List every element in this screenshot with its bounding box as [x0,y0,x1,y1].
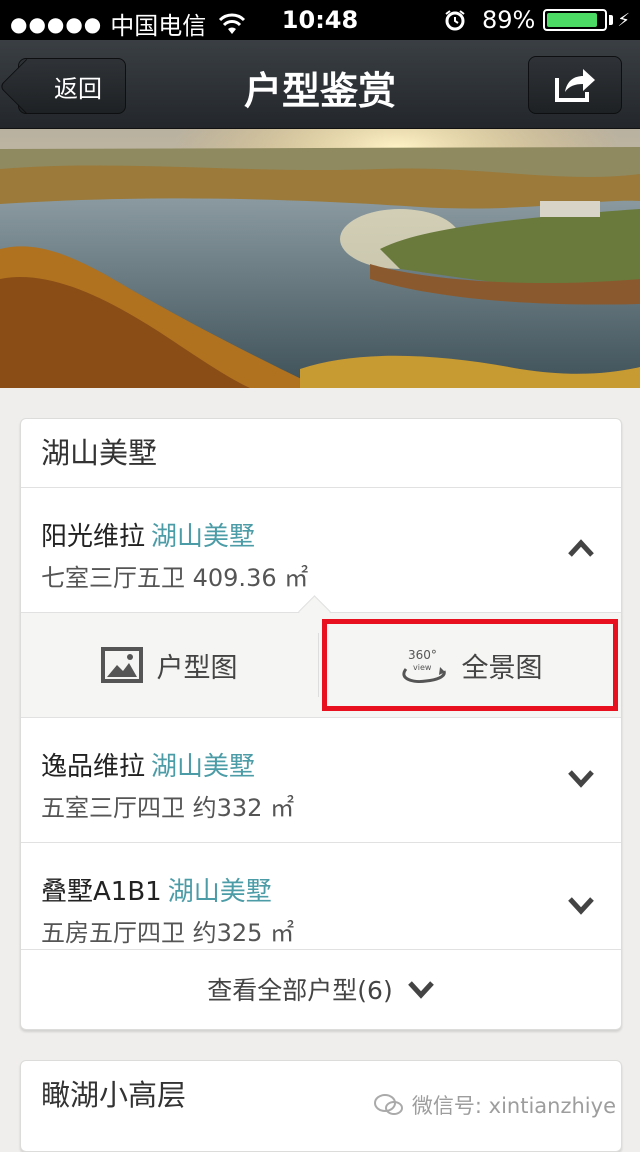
floorplan-button[interactable]: 户型图 [21,613,317,717]
watermark-text: 微信号: xintianzhiye [411,1094,616,1118]
alarm-icon [445,10,465,31]
battery-icon [543,9,608,31]
wechat-icon [373,1094,403,1115]
battery-level [547,13,597,27]
unit-tag: 湖山美墅 [151,522,256,552]
unit-row-2[interactable]: 逸品维拉 湖山美墅 五室三厅四卫 约332 ㎡ [21,718,621,843]
battery-cap [609,15,614,25]
unit-name: 逸品维拉 [41,752,146,782]
view-all-units-button[interactable]: 查看全部户型(6) [21,950,621,1028]
lake-landscape-image [0,129,640,388]
chevron-down-icon [407,981,434,999]
panorama-highlight [322,619,618,711]
image-icon [100,647,143,683]
floorplan-label: 户型图 [156,652,238,684]
unit-detail: 五室三厅四卫 约332 ㎡ [41,794,295,822]
share-icon [555,69,595,102]
charging-icon: ⚡ [617,9,630,31]
unit-name: 叠墅A1B1 [41,877,162,907]
unit-options-panel: 户型图 360° view 全景图 [21,595,621,718]
unit-section-card: 湖山美墅 阳光维拉 湖山美墅 七室三厅五卫 409.36 ㎡ 户型图 360° v… [20,418,622,1030]
chevron-down-icon[interactable] [567,895,595,915]
unit-row-1[interactable]: 阳光维拉 湖山美墅 七室三厅五卫 409.36 ㎡ [21,488,621,613]
unit-tag: 湖山美墅 [167,877,272,907]
status-bar: ●●●●● 中国电信 10:48 89% ⚡ [0,0,640,40]
unit-row-3[interactable]: 叠墅A1B1 湖山美墅 五房五厅四卫 约325 ㎡ [21,843,621,950]
unit-tag: 湖山美墅 [151,752,256,782]
hero-image [0,129,640,388]
options-divider [318,633,319,697]
unit-name: 阳光维拉 [41,522,146,552]
view-all-label: 查看全部户型(6) [207,976,393,1005]
nav-bar: 返回 户型鉴赏 [0,40,640,129]
unit-name-line: 叠墅A1B1 湖山美墅 [41,871,272,908]
unit-name-line: 阳光维拉 湖山美墅 [41,516,255,553]
chevron-up-icon[interactable] [567,538,595,558]
share-button[interactable] [528,56,622,114]
wechat-watermark: 微信号: xintianzhiye [373,1090,616,1120]
section-title: 湖山美墅 [21,419,621,488]
unit-detail: 五房五厅四卫 约325 ㎡ [41,919,295,947]
chevron-down-icon[interactable] [567,768,595,788]
battery-percent: 89% [482,6,536,34]
unit-detail: 七室三厅五卫 409.36 ㎡ [41,564,309,592]
unit-name-line: 逸品维拉 湖山美墅 [41,746,255,783]
